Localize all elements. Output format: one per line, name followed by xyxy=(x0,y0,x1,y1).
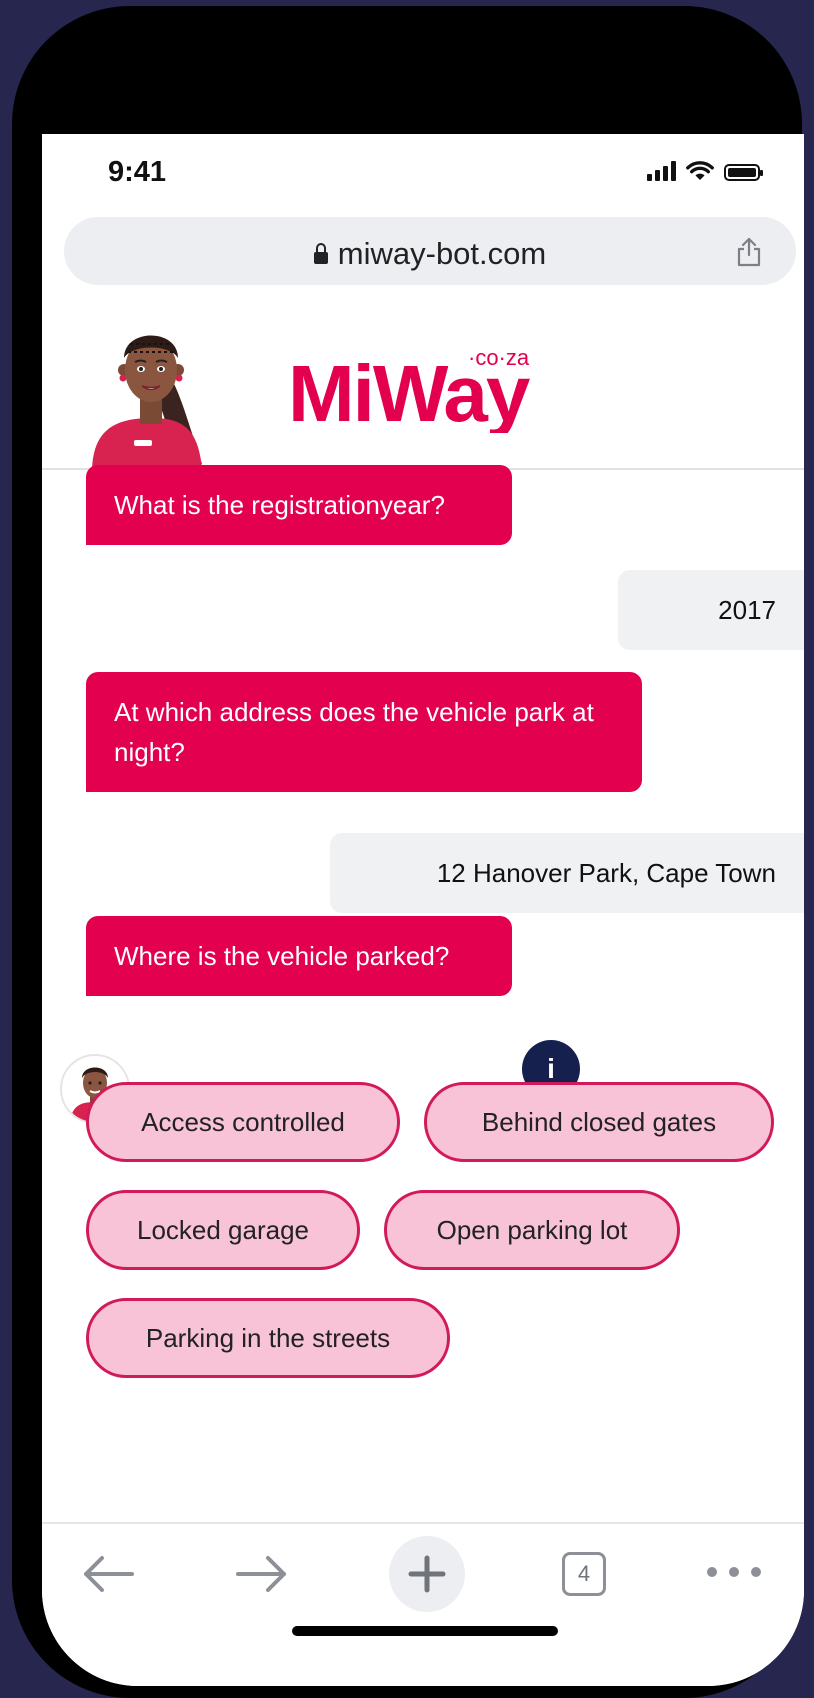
url-text: miway-bot.com xyxy=(337,236,547,271)
bot-message: At which address does the vehicle park a… xyxy=(86,672,642,792)
home-indicator xyxy=(292,1626,558,1636)
phone-screen: 9:41 miway-bot.com MiWay ·co·za What is … xyxy=(42,134,804,1686)
battery-icon xyxy=(724,164,763,181)
user-message: 12 Hanover Park, Cape Town xyxy=(330,833,804,913)
svg-text:·co·za: ·co·za xyxy=(468,345,530,370)
cellular-signal-icon xyxy=(647,161,676,181)
url-display: miway-bot.com xyxy=(64,236,796,272)
address-bar[interactable]: miway-bot.com xyxy=(64,217,796,285)
status-icons xyxy=(647,160,763,181)
mascot-avatar xyxy=(92,335,202,468)
phone-frame: 9:41 miway-bot.com MiWay ·co·za What is … xyxy=(12,6,804,1698)
plus-icon xyxy=(408,1555,446,1593)
miway-logo: MiWay ·co·za xyxy=(288,345,533,433)
new-tab-button[interactable] xyxy=(389,1536,465,1612)
option-open-parking-lot[interactable]: Open parking lot xyxy=(384,1190,680,1270)
forward-arrow-icon[interactable] xyxy=(234,1554,290,1594)
back-arrow-icon[interactable] xyxy=(80,1554,136,1594)
tab-count-button[interactable]: 4 xyxy=(562,1552,606,1596)
lock-icon xyxy=(313,243,328,264)
bot-message: Where is the vehicle parked? xyxy=(86,916,512,996)
share-icon[interactable] xyxy=(736,237,762,267)
status-time: 9:41 xyxy=(108,156,167,188)
more-options-icon[interactable] xyxy=(704,1564,764,1580)
option-locked-garage[interactable]: Locked garage xyxy=(86,1190,360,1270)
chat-header: MiWay ·co·za xyxy=(42,300,804,470)
option-access-controlled[interactable]: Access controlled xyxy=(86,1082,400,1162)
browser-toolbar: 4 xyxy=(42,1522,804,1686)
user-message: 2017 xyxy=(618,570,804,650)
wifi-icon xyxy=(686,161,714,180)
option-parking-in-the-streets[interactable]: Parking in the streets xyxy=(86,1298,450,1378)
option-behind-closed-gates[interactable]: Behind closed gates xyxy=(424,1082,774,1162)
bot-message: What is the registrationyear? xyxy=(86,465,512,545)
